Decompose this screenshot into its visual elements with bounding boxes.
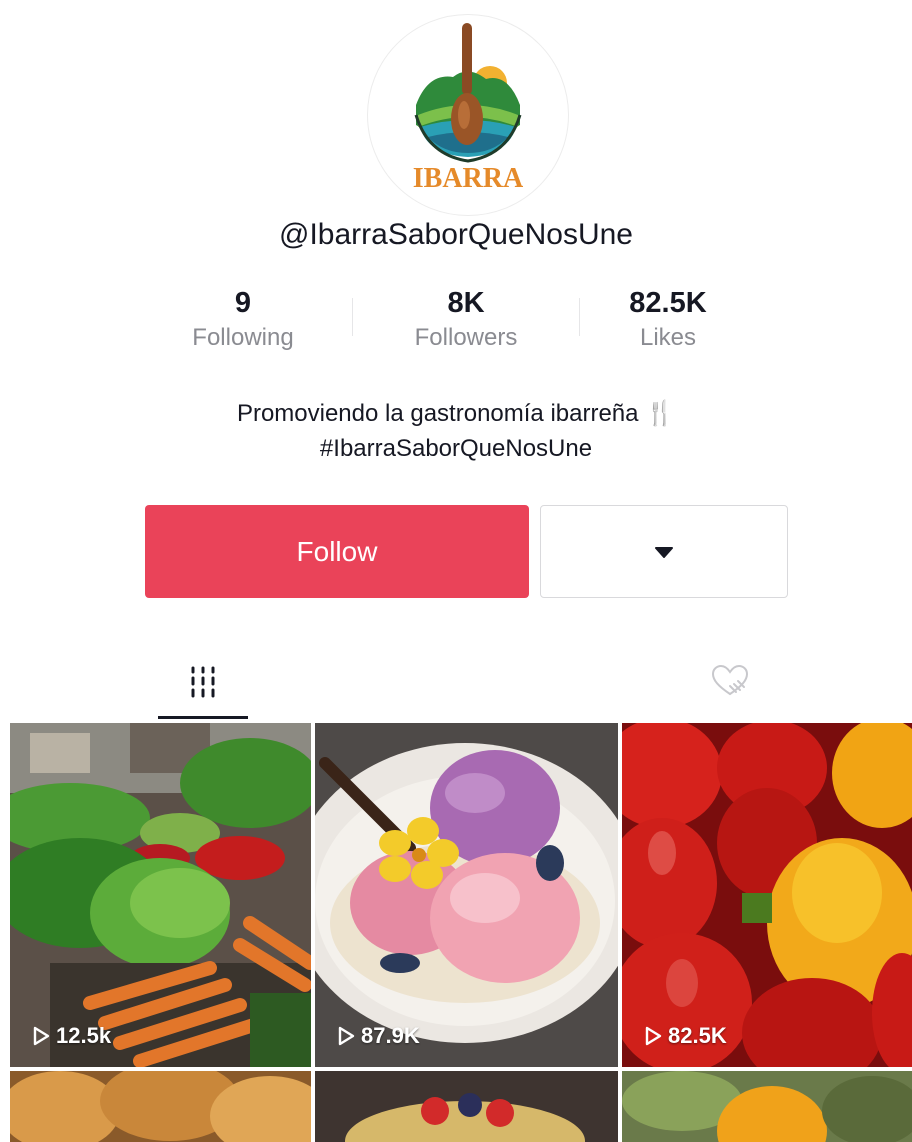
view-count: 87.9K: [337, 1023, 420, 1049]
market-vegetables-image: [10, 723, 311, 1067]
stat-divider: [352, 298, 353, 336]
follow-button[interactable]: Follow: [145, 505, 529, 598]
profile-bio: Promoviendo la gastronomía ibarreña 🍴 #I…: [0, 396, 912, 466]
followers-count: 8K: [447, 287, 485, 319]
play-icon: [33, 1026, 50, 1046]
video-grid: 12.5k 87.9K 82.5K: [0, 723, 912, 1142]
likes-count: 82.5K: [629, 287, 707, 319]
stat-followers[interactable]: 8K Followers: [376, 286, 556, 356]
ibarra-logo: IBARRA: [413, 23, 524, 194]
following-count: 9: [234, 287, 252, 319]
dessert-image: [315, 1071, 618, 1142]
ice-cream-image: [315, 723, 618, 1067]
profile-tabs: [0, 650, 912, 722]
bread-image: [10, 1071, 311, 1142]
followers-label: Followers: [414, 324, 518, 351]
bell-peppers-image: [622, 723, 912, 1067]
bio-hashtag[interactable]: #IbarraSaborQueNosUne: [0, 431, 912, 466]
logo-wordmark: IBARRA: [413, 163, 524, 194]
video-thumbnail[interactable]: [315, 1071, 618, 1142]
video-thumbnail[interactable]: 82.5K: [622, 723, 912, 1067]
bio-line: Promoviendo la gastronomía ibarreña 🍴: [236, 400, 676, 427]
view-count-text: 12.5k: [56, 1023, 112, 1048]
grid-icon: [191, 666, 215, 698]
play-icon: [645, 1026, 662, 1046]
active-tab-indicator: [158, 716, 248, 719]
likes-label: Likes: [639, 324, 697, 351]
profile-avatar[interactable]: IBARRA: [367, 14, 569, 216]
profile-username: @IbarraSaborQueNosUne: [279, 218, 633, 251]
stat-following[interactable]: 9 Following: [153, 286, 333, 356]
view-count: 82.5K: [644, 1023, 727, 1049]
video-thumbnail[interactable]: [622, 1071, 912, 1142]
caret-down-icon: [655, 546, 673, 558]
oranges-image: [622, 1071, 912, 1142]
video-thumbnail[interactable]: 12.5k: [10, 723, 311, 1067]
tab-videos[interactable]: [158, 650, 248, 722]
tab-liked[interactable]: [690, 650, 770, 722]
view-count: 12.5k: [32, 1023, 111, 1049]
view-count-text: 87.9K: [361, 1023, 420, 1048]
view-count-text: 82.5K: [668, 1023, 727, 1048]
suggested-accounts-button[interactable]: [540, 505, 788, 598]
following-label: Following: [192, 324, 294, 351]
profile-stats: 9 Following 8K Followers 82.5K Likes: [0, 286, 912, 366]
play-icon: [338, 1026, 355, 1046]
video-thumbnail[interactable]: [10, 1071, 311, 1142]
liked-heart-icon: [711, 664, 749, 696]
stat-likes: 82.5K Likes: [578, 286, 758, 356]
video-thumbnail[interactable]: 87.9K: [315, 723, 618, 1067]
